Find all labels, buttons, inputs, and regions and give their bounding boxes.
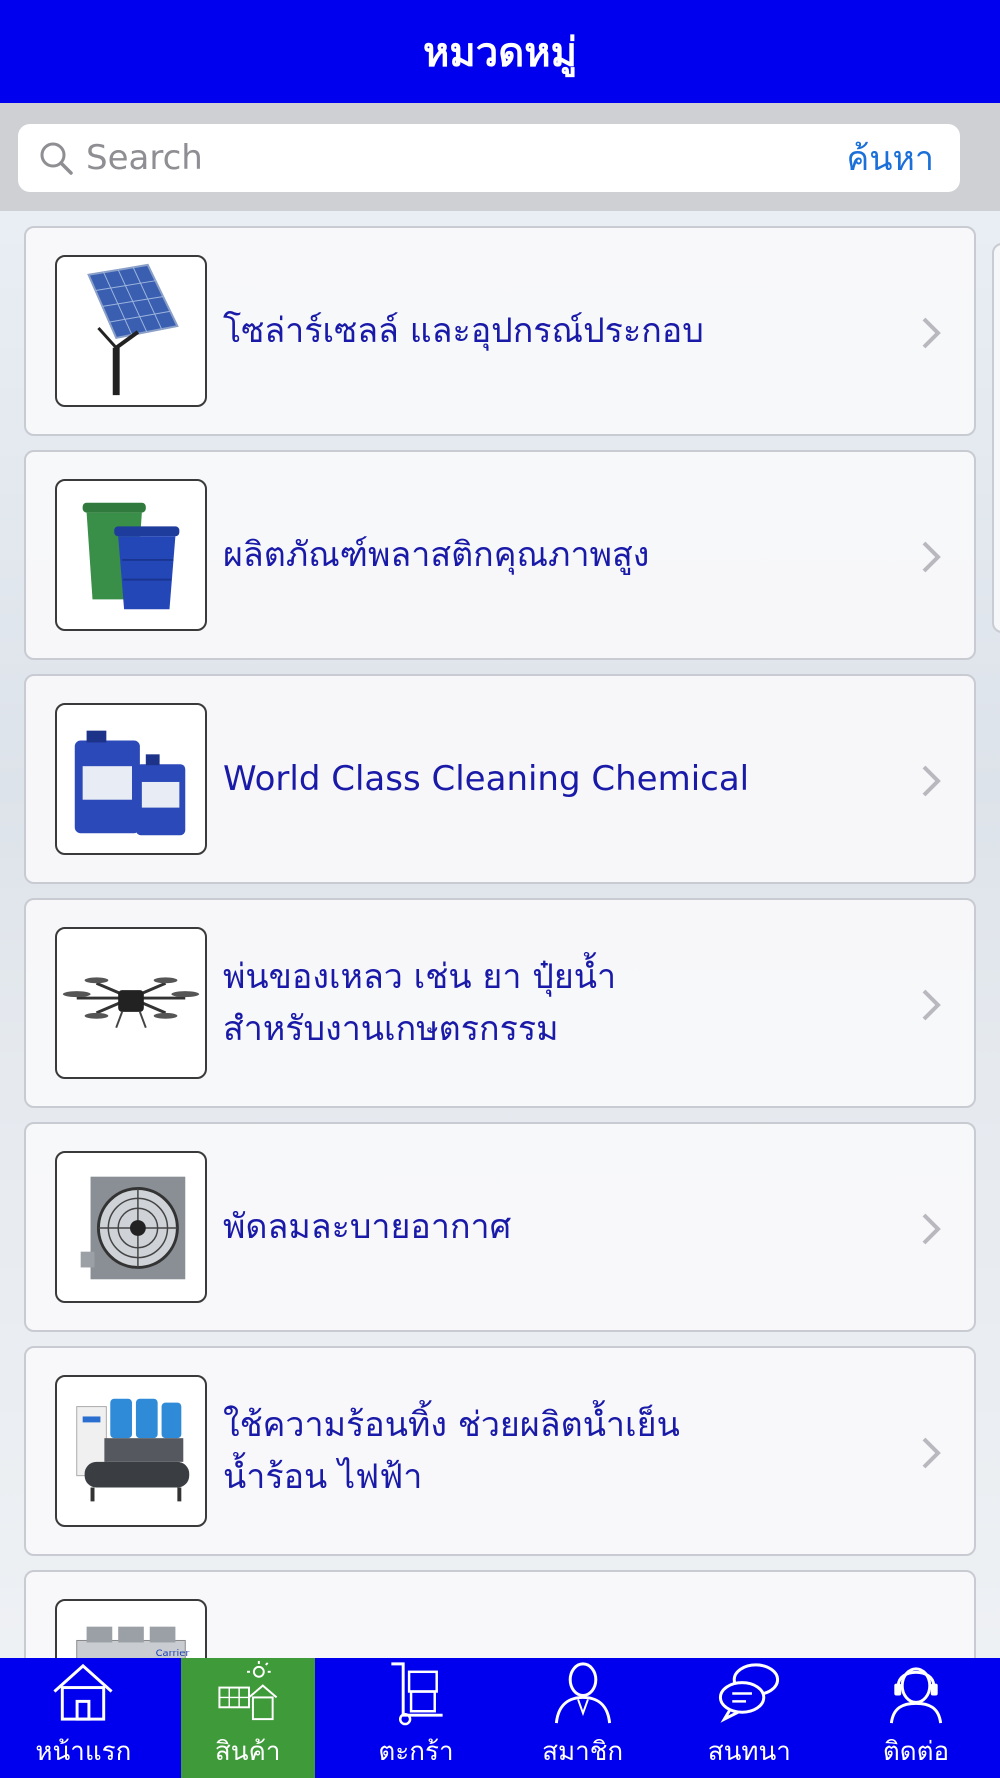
products-icon — [218, 1660, 277, 1721]
chevron-right-icon — [922, 765, 941, 797]
category-label: ใช้ความร้อนทิ้ง ช่วยผลิตน้ำเย็น น้ำร้อน … — [223, 1405, 680, 1497]
category-label: โซล่าร์เซลล์ และอุปกรณ์ประกอบ — [223, 311, 704, 351]
category-list[interactable]: โซล่าร์เซลล์ และอุปกรณ์ประกอบ ผลิตภัณฑ์พ… — [0, 211, 1000, 1658]
svg-text:Carrier: Carrier — [156, 1648, 191, 1658]
search-input[interactable] — [86, 138, 847, 178]
category-item-exhaust-fan[interactable]: พัดลมละบายอากาศ — [24, 1122, 976, 1332]
tab-contact[interactable]: ติดต่อ — [833, 1658, 1000, 1778]
cooling-unit-icon: Carrier — [55, 1599, 207, 1658]
chevron-right-icon — [922, 989, 941, 1021]
tab-label: ตะกร้า — [378, 1737, 454, 1767]
chiller-icon — [55, 1375, 207, 1527]
category-item-solar[interactable]: โซล่าร์เซลล์ และอุปกรณ์ประกอบ — [24, 226, 976, 436]
chevron-right-icon — [922, 1437, 941, 1469]
category-item-chemical[interactable]: World Class Cleaning Chemical — [24, 674, 976, 884]
top-bar: หมวดหมู่ — [0, 0, 1000, 103]
tab-label: หน้าแรก — [35, 1737, 132, 1767]
search-icon — [40, 142, 73, 175]
chemical-containers-icon — [55, 703, 207, 855]
exhaust-fan-icon — [55, 1151, 207, 1303]
tab-label: ติดต่อ — [882, 1737, 950, 1767]
tab-label: สนทนา — [707, 1737, 791, 1767]
cart-icon — [391, 1662, 443, 1726]
category-item-heat-recovery[interactable]: ใช้ความร้อนทิ้ง ช่วยผลิตน้ำเย็น น้ำร้อน … — [24, 1346, 976, 1556]
side-panel-edge — [992, 243, 1000, 633]
tab-label: สมาชิก — [542, 1737, 624, 1767]
category-label: พ่นของเหลว เช่น ยา ปุ๋ยน้ำ สำหรับงานเกษต… — [223, 957, 617, 1049]
tab-cart[interactable]: ตะกร้า — [333, 1658, 500, 1778]
bottom-tab-bar: หน้าแรก สินค้า ตะกร้า สมาชิก สนทนา ติดต่… — [0, 1658, 1000, 1778]
solar-panel-icon — [55, 255, 207, 407]
drone-icon — [55, 927, 207, 1079]
tab-chat[interactable]: สนทนา — [666, 1658, 833, 1778]
chat-icon — [719, 1663, 780, 1723]
page-title: หมวดหมู่ — [423, 29, 577, 76]
tab-label: สินค้า — [214, 1737, 281, 1767]
tab-products[interactable]: สินค้า — [180, 1658, 315, 1778]
chevron-right-icon — [922, 541, 941, 573]
search-box[interactable]: ค้นหา — [18, 124, 960, 192]
chevron-right-icon — [922, 317, 941, 349]
tab-member[interactable]: สมาชิก — [499, 1658, 666, 1778]
category-item-cooling[interactable]: Carrier — [24, 1570, 976, 1658]
plastic-bins-icon — [55, 479, 207, 631]
tab-home[interactable]: หน้าแรก — [0, 1658, 167, 1778]
contact-icon — [889, 1667, 943, 1724]
category-label: World Class Cleaning Chemical — [223, 759, 750, 799]
member-icon — [554, 1662, 611, 1724]
category-item-plastic[interactable]: ผลิตภัณฑ์พลาสติกคุณภาพสูง — [24, 450, 976, 660]
category-label: พัดลมละบายอากาศ — [223, 1207, 512, 1247]
chevron-right-icon — [922, 1213, 941, 1245]
search-bar: ค้นหา — [0, 103, 1000, 211]
search-button[interactable]: ค้นหา — [847, 131, 935, 185]
category-label: ผลิตภัณฑ์พลาสติกคุณภาพสูง — [223, 535, 650, 575]
category-item-drone[interactable]: พ่นของเหลว เช่น ยา ปุ๋ยน้ำ สำหรับงานเกษต… — [24, 898, 976, 1108]
home-icon — [53, 1663, 113, 1721]
